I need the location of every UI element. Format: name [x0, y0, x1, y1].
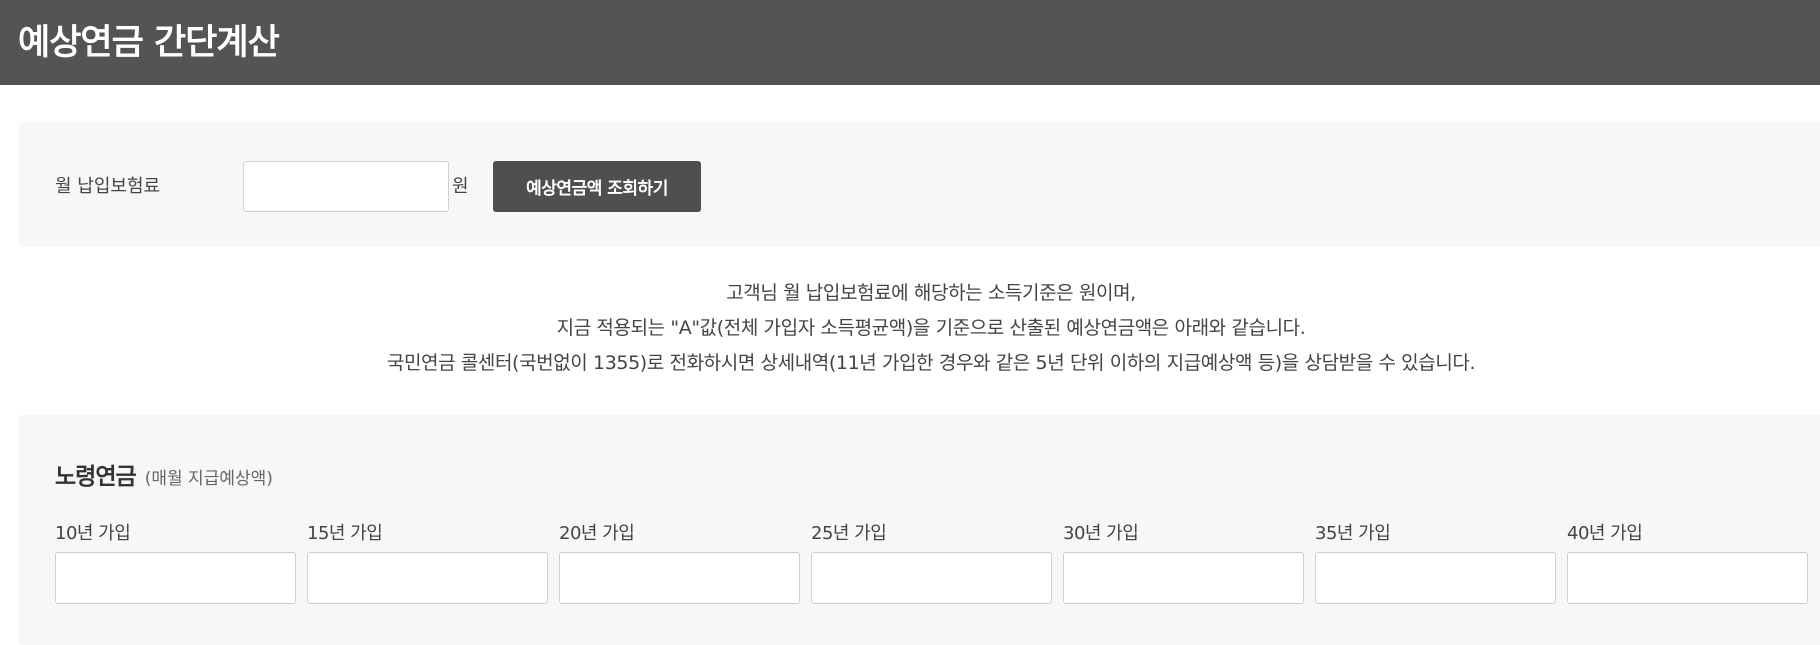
period-value-20[interactable]	[559, 552, 800, 604]
period-label-25: 25년 가입	[811, 523, 887, 544]
page-title: 예상연금 간단계산	[18, 23, 280, 63]
period-value-10[interactable]	[55, 552, 296, 604]
won-unit-label: 원	[452, 176, 469, 197]
period-label-40: 40년 가입	[1567, 523, 1643, 544]
page-header: 예상연금 간단계산	[0, 0, 1820, 85]
monthly-premium-input[interactable]	[243, 161, 449, 212]
period-value-30[interactable]	[1063, 552, 1304, 604]
info-line-2: 지금 적용되는 "A"값(전체 가입자 소득평균액)을 기준으로 산출된 예상연…	[556, 317, 1306, 339]
old-age-pension-panel: 노령연금 (매월 지급예상액) 10년 가입 15년 가입 20년 가입 25년…	[18, 415, 1820, 645]
period-value-40[interactable]	[1567, 552, 1808, 604]
premium-input-panel: 월 납입보험료 원 예상연금액 조회하기	[18, 122, 1820, 247]
period-label-20: 20년 가입	[559, 523, 635, 544]
period-value-15[interactable]	[307, 552, 548, 604]
pension-title: 노령연금	[55, 464, 137, 490]
query-pension-button[interactable]: 예상연금액 조회하기	[493, 161, 701, 212]
period-label-15: 15년 가입	[307, 523, 383, 544]
monthly-premium-label: 월 납입보험료	[55, 176, 161, 197]
info-text: 고객님 월 납입보험료에 해당하는 소득기준은 원이며, 지금 적용되는 "A"…	[0, 276, 1820, 381]
info-line-1: 고객님 월 납입보험료에 해당하는 소득기준은 원이며,	[726, 282, 1136, 304]
period-label-30: 30년 가입	[1063, 523, 1139, 544]
info-line-3: 국민연금 콜센터(국번없이 1355)로 전화하시면 상세내역(11년 가입한 …	[386, 352, 1476, 374]
period-value-35[interactable]	[1315, 552, 1556, 604]
period-label-35: 35년 가입	[1315, 523, 1391, 544]
pension-heading: 노령연금 (매월 지급예상액)	[55, 457, 273, 491]
period-label-10: 10년 가입	[55, 523, 131, 544]
period-value-25[interactable]	[811, 552, 1052, 604]
pension-subtitle: (매월 지급예상액)	[144, 469, 273, 489]
